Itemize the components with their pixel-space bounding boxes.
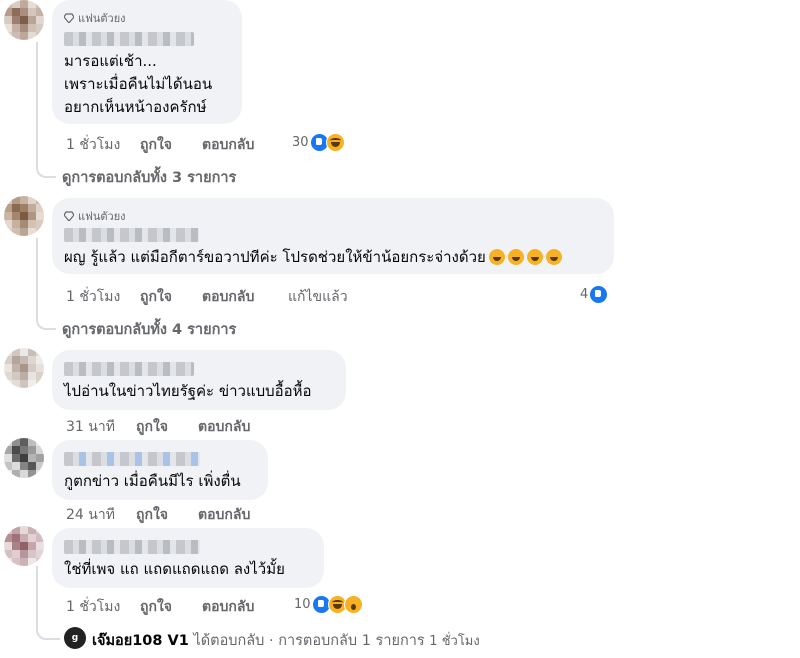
- like-icon: [589, 285, 609, 304]
- like-link[interactable]: ถูกใจ: [136, 416, 168, 438]
- reaction-summary[interactable]: 4: [580, 285, 609, 304]
- wow-icon: [343, 595, 363, 614]
- like-link[interactable]: ถูกใจ: [140, 286, 172, 308]
- replier-avatar[interactable]: g: [64, 627, 86, 649]
- reaction-summary[interactable]: 30: [292, 133, 345, 152]
- rofl-emoji: [545, 249, 562, 265]
- edited-label: แก้ไขแล้ว: [288, 289, 348, 305]
- commenter-name[interactable]: [64, 228, 199, 242]
- commenter-name[interactable]: [64, 362, 194, 376]
- reply-summary-text[interactable]: เจ๊มอย108 V1 ได้ตอบกลับ · การตอบกลับ 1 ร…: [92, 629, 480, 652]
- diamond-icon: [64, 13, 74, 23]
- commenter-name[interactable]: [64, 540, 200, 554]
- comment-time[interactable]: 24 นาที: [66, 504, 115, 526]
- comment-actions: 24 นาที ถูกใจ ตอบกลับ: [66, 504, 326, 524]
- reply-link[interactable]: ตอบกลับ: [202, 596, 254, 618]
- rofl-emoji: [507, 249, 524, 265]
- reply-time: 1 ชั่วโมง: [429, 634, 480, 649]
- replier-name[interactable]: เจ๊มอย108 V1: [92, 633, 189, 649]
- diamond-icon: [64, 211, 74, 221]
- like-link[interactable]: ถูกใจ: [140, 134, 172, 156]
- comment-text: ไปอ่านในข่าวไทยรัฐค่ะ ข่าวแบบอื้อหื้อ: [64, 382, 312, 400]
- comment-bubble: แฟนตัวยง มารอแต่เช้า... เพราะเมื่อคืนไม่…: [52, 0, 242, 124]
- view-replies-link[interactable]: ดูการตอบกลับทั้ง 3 รายการ: [62, 166, 236, 189]
- avatar[interactable]: [4, 196, 44, 236]
- avatar[interactable]: [4, 438, 44, 478]
- avatar[interactable]: [4, 0, 44, 40]
- reply-link[interactable]: ตอบกลับ: [202, 286, 254, 308]
- like-link[interactable]: ถูกใจ: [140, 596, 172, 618]
- rofl-emoji: [526, 249, 543, 265]
- comment-text: กูตกข่าว เมื่อคืนมีไร เพิ่งตื่น: [64, 472, 241, 490]
- top-fan-badge: แฟนตัวยง: [64, 207, 126, 225]
- comment-time[interactable]: 1 ชั่วโมง: [66, 286, 120, 308]
- view-replies-link[interactable]: ดูการตอบกลับทั้ง 4 รายการ: [62, 318, 236, 341]
- comment-text: ใช่ที่เพจ แถ แถดแถดแถด ลงไว้มั้ย: [64, 560, 285, 578]
- comment-time[interactable]: 31 นาที: [66, 416, 115, 438]
- commenter-name[interactable]: [64, 452, 200, 466]
- comment-bubble: กูตกข่าว เมื่อคืนมีไร เพิ่งตื่น: [52, 440, 268, 500]
- comment-actions: 1 ชั่วโมง ถูกใจ ตอบกลับ: [66, 596, 326, 616]
- reply-link[interactable]: ตอบกลับ: [202, 134, 254, 156]
- comment-bubble: ไปอ่านในข่าวไทยรัฐค่ะ ข่าวแบบอื้อหื้อ: [52, 350, 346, 410]
- comment-text: มารอแต่เช้า... เพราะเมื่อคืนไม่ได้นอน อย…: [64, 52, 213, 116]
- comment-bubble: แฟนตัวยง ผญ รู้แล้ว แต่มือกีตาร์ขอวาปทีค…: [52, 198, 614, 274]
- commenter-name[interactable]: [64, 32, 194, 46]
- comment-bubble: ใช่ที่เพจ แถ แถดแถดแถด ลงไว้มั้ย: [52, 528, 324, 588]
- comment-text: ผญ รู้แล้ว แต่มือกีตาร์ขอวาปทีค่ะ โปรดช่…: [64, 246, 562, 269]
- reply-link[interactable]: ตอบกลับ: [198, 504, 250, 526]
- thread-line: [36, 566, 60, 640]
- avatar[interactable]: [4, 526, 44, 566]
- like-link[interactable]: ถูกใจ: [136, 504, 168, 526]
- rofl-emoji: [488, 249, 505, 265]
- reaction-summary[interactable]: 10: [294, 595, 363, 614]
- comment-actions: 1 ชั่วโมง ถูกใจ ตอบกลับ แก้ไขแล้ว: [66, 286, 406, 306]
- avatar[interactable]: [4, 348, 44, 388]
- comment-time[interactable]: 1 ชั่วโมง: [66, 134, 120, 156]
- thread-line: [36, 238, 56, 330]
- thread-line: [36, 42, 56, 178]
- haha-icon: [325, 133, 345, 152]
- comment-time[interactable]: 1 ชั่วโมง: [66, 596, 120, 618]
- comment-actions: 31 นาที ถูกใจ ตอบกลับ: [66, 416, 326, 436]
- reply-link[interactable]: ตอบกลับ: [198, 416, 250, 438]
- top-fan-badge: แฟนตัวยง: [64, 9, 126, 27]
